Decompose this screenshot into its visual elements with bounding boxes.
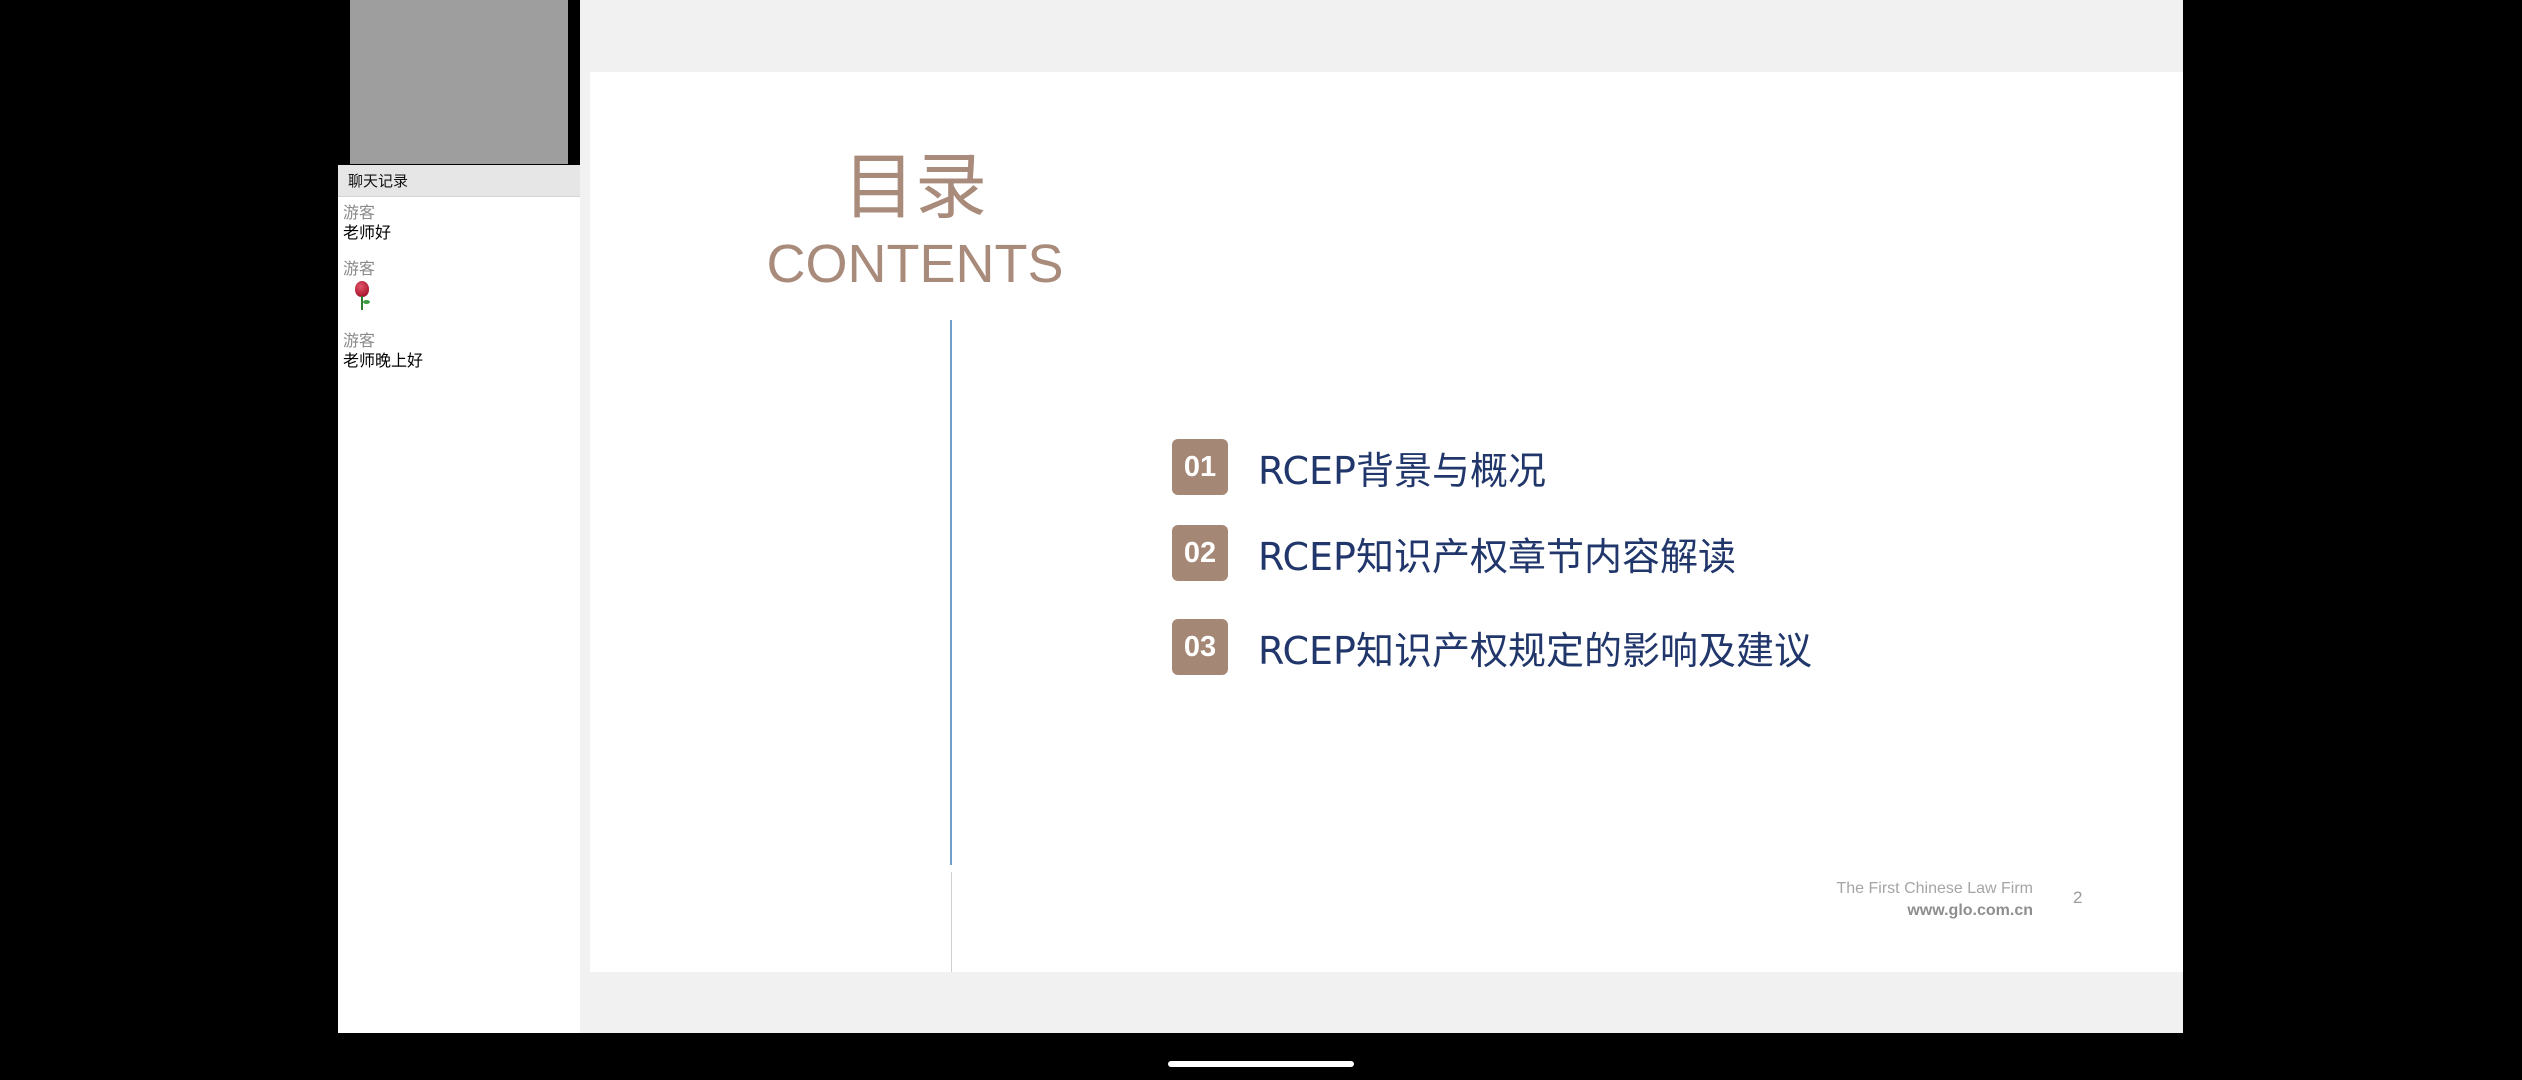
chat-username: 游客 bbox=[343, 203, 376, 222]
chat-panel: 聊天记录 游客 老师好 游客 游客 老师晚上好 bbox=[338, 165, 580, 1033]
item-label: RCEP背景与概况 bbox=[1258, 448, 1546, 493]
footer-url: www.glo.com.cn bbox=[1907, 902, 2033, 919]
chat-username: 游客 bbox=[343, 331, 376, 350]
item-number-badge: 01 bbox=[1172, 439, 1228, 495]
item-number-badge: 03 bbox=[1172, 619, 1228, 675]
slide-page-number: 2 bbox=[2073, 888, 2083, 907]
slide-title-cn: 目录 bbox=[842, 145, 987, 229]
chat-message: 游客 bbox=[343, 259, 580, 315]
chat-message: 游客 老师好 bbox=[343, 203, 580, 243]
contents-item: 02 RCEP知识产权章节内容解读 bbox=[1172, 524, 1812, 582]
chat-username: 游客 bbox=[343, 259, 376, 278]
item-number-badge: 02 bbox=[1172, 525, 1228, 581]
contents-item: 03 RCEP知识产权规定的影响及建议 bbox=[1172, 618, 1812, 676]
item-label: RCEP知识产权规定的影响及建议 bbox=[1258, 628, 1812, 673]
chat-list[interactable]: 游客 老师好 游客 游客 老师晚上好 bbox=[338, 197, 580, 371]
home-indicator[interactable] bbox=[1168, 1061, 1354, 1067]
vertical-divider-lower bbox=[951, 872, 952, 972]
item-label: RCEP知识产权章节内容解读 bbox=[1258, 534, 1736, 579]
video-thumbnail[interactable] bbox=[350, 0, 568, 164]
slide: 目录 CONTENTS 01 RCEP背景与概况 02 RCEP知识产权章节内容… bbox=[590, 72, 2183, 972]
presentation-area: 目录 CONTENTS 01 RCEP背景与概况 02 RCEP知识产权章节内容… bbox=[580, 0, 2183, 1033]
chat-text: 老师好 bbox=[343, 223, 392, 242]
chat-header: 聊天记录 bbox=[338, 165, 580, 197]
slide-title-en: CONTENTS bbox=[766, 234, 1064, 294]
chat-message: 游客 老师晚上好 bbox=[343, 331, 580, 371]
contents-list: 01 RCEP背景与概况 02 RCEP知识产权章节内容解读 03 RCEP知识… bbox=[1172, 438, 1812, 704]
footer-firm-name: The First Chinese Law Firm bbox=[1836, 880, 2034, 897]
contents-item: 01 RCEP背景与概况 bbox=[1172, 438, 1812, 496]
vertical-divider bbox=[950, 320, 952, 865]
rose-icon bbox=[351, 281, 373, 311]
chat-text: 老师晚上好 bbox=[343, 351, 424, 370]
